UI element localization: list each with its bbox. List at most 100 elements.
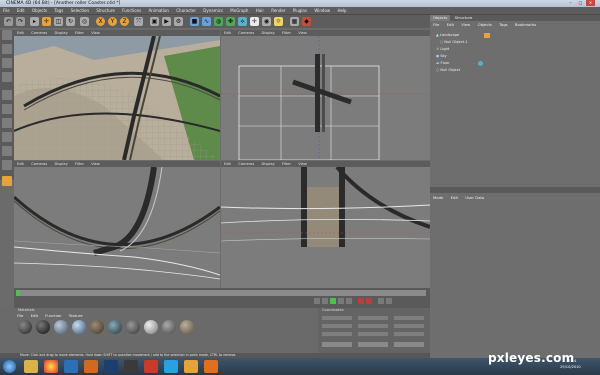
object-row-floor[interactable]: ▬ Floor: [436, 60, 450, 67]
prev-frame-icon[interactable]: [322, 298, 328, 304]
maximize-button[interactable]: □: [576, 0, 585, 6]
key-position-icon[interactable]: [378, 298, 384, 304]
close-button[interactable]: ✕: [586, 0, 595, 6]
z-axis-icon[interactable]: Z: [120, 17, 129, 26]
menu-structure[interactable]: Structure: [93, 7, 118, 14]
attr-menu-user-data[interactable]: User Data: [462, 195, 487, 201]
om-menu-file[interactable]: File: [430, 22, 442, 28]
material-swatch[interactable]: [126, 320, 140, 334]
scene-icon[interactable]: ✛: [250, 17, 259, 26]
menu-selection[interactable]: Selection: [68, 7, 92, 14]
mat-menu-texture[interactable]: Texture: [66, 313, 86, 319]
next-frame-icon[interactable]: [338, 298, 344, 304]
menu-mograph[interactable]: MoGraph: [227, 7, 251, 14]
render-settings-icon[interactable]: ⚙: [174, 17, 183, 26]
deformer-icon[interactable]: ⟡: [238, 17, 247, 26]
play-icon[interactable]: [330, 298, 336, 304]
playhead[interactable]: [16, 290, 20, 296]
x-axis-icon[interactable]: X: [96, 17, 105, 26]
material-swatch[interactable]: [108, 320, 122, 334]
rotate-icon[interactable]: ↻: [66, 17, 75, 26]
object-icon[interactable]: ◎: [80, 17, 89, 26]
material-swatch[interactable]: [36, 320, 50, 334]
menu-animation[interactable]: Animation: [146, 7, 172, 14]
media-player-icon[interactable]: [84, 360, 98, 373]
material-tag-icon[interactable]: [478, 61, 483, 66]
tag-icon[interactable]: ◆: [302, 17, 311, 26]
timeline[interactable]: [14, 288, 430, 308]
minimize-button[interactable]: –: [566, 0, 575, 6]
select-icon[interactable]: ▸: [30, 17, 39, 26]
coord-field[interactable]: [358, 316, 388, 320]
y-axis-icon[interactable]: Y: [108, 17, 117, 26]
material-swatch[interactable]: [162, 320, 176, 334]
menu-plugins[interactable]: Plugins: [290, 7, 310, 14]
menu-file[interactable]: File: [0, 7, 13, 14]
browser-icon[interactable]: [64, 360, 78, 373]
points-mode-icon[interactable]: [2, 90, 12, 100]
menu-edit[interactable]: Edit: [14, 7, 28, 14]
scale-icon[interactable]: ◫: [54, 17, 63, 26]
axis-mode-icon[interactable]: [2, 132, 12, 142]
coord-dropdown[interactable]: [358, 342, 388, 347]
om-menu-edit[interactable]: Edit: [444, 22, 457, 28]
photoshop-icon[interactable]: [104, 360, 118, 373]
mat-menu-file[interactable]: File: [14, 313, 26, 319]
coord-field[interactable]: [358, 324, 388, 328]
apply-button[interactable]: [394, 342, 424, 347]
render-picture-icon[interactable]: ▶: [162, 17, 171, 26]
material-swatch[interactable]: [90, 320, 104, 334]
nurbs-icon[interactable]: ◍: [214, 17, 223, 26]
menu-window[interactable]: Window: [311, 7, 333, 14]
coord-dropdown[interactable]: [322, 342, 352, 347]
edges-mode-icon[interactable]: [2, 104, 12, 114]
coordinate-system-icon[interactable]: ⤧: [134, 17, 143, 26]
tab-structure[interactable]: Structure: [452, 15, 476, 21]
display-icon[interactable]: ▦: [290, 17, 299, 26]
coord-field[interactable]: [322, 324, 352, 328]
coord-field[interactable]: [394, 316, 424, 320]
coord-field[interactable]: [322, 332, 352, 336]
coord-field[interactable]: [358, 332, 388, 336]
material-swatch[interactable]: [18, 320, 32, 334]
mat-menu-function[interactable]: Function: [42, 313, 64, 319]
spline-icon[interactable]: ∿: [202, 17, 211, 26]
menu-objects[interactable]: Objects: [29, 7, 50, 14]
first-frame-icon[interactable]: [314, 298, 320, 304]
animation-mode-icon[interactable]: [2, 72, 12, 82]
menu-help[interactable]: Help: [334, 7, 349, 14]
autokey-icon[interactable]: [366, 298, 372, 304]
render-view-icon[interactable]: ▣: [150, 17, 159, 26]
coord-field[interactable]: [322, 316, 352, 320]
tab-objects[interactable]: Objects: [430, 15, 451, 21]
menu-render[interactable]: Render: [268, 7, 288, 14]
object-mode-icon[interactable]: [2, 58, 12, 68]
timeline-ruler[interactable]: [16, 290, 426, 296]
coord-field[interactable]: [394, 332, 424, 336]
start-button[interactable]: [3, 360, 16, 373]
material-swatch[interactable]: [72, 320, 86, 334]
viewport-top[interactable]: Edit Cameras Display Filter View: [221, 30, 430, 160]
attr-menu-edit[interactable]: Edit: [448, 195, 461, 201]
object-row-light[interactable]: ☼ Light: [436, 46, 449, 53]
key-rotation-icon[interactable]: [386, 298, 392, 304]
mat-menu-edit[interactable]: Edit: [28, 313, 41, 319]
object-row-sky[interactable]: ● Sky: [436, 53, 447, 60]
viewport-right[interactable]: Edit Cameras Display Filter View: [14, 161, 220, 288]
make-editable-icon[interactable]: [2, 30, 12, 40]
material-swatch[interactable]: [144, 320, 158, 334]
vlc-icon[interactable]: [204, 360, 218, 373]
menu-tags[interactable]: Tags: [51, 7, 66, 14]
last-frame-icon[interactable]: [346, 298, 352, 304]
record-icon[interactable]: [358, 298, 364, 304]
object-row-landscape[interactable]: ▲ Landscape: [436, 32, 459, 39]
array-icon[interactable]: ✤: [226, 17, 235, 26]
om-menu-bookmarks[interactable]: Bookmarks: [512, 22, 539, 28]
polygons-mode-icon[interactable]: [2, 118, 12, 128]
app-icon[interactable]: [124, 360, 138, 373]
clock-date[interactable]: 29/10/2010: [560, 365, 581, 369]
chrome-icon[interactable]: [44, 360, 58, 373]
menu-dynamics[interactable]: Dynamics: [200, 7, 226, 14]
menu-functions[interactable]: Functions: [119, 7, 144, 14]
viewport-perspective[interactable]: Edit Cameras Display Filter View: [14, 30, 220, 160]
